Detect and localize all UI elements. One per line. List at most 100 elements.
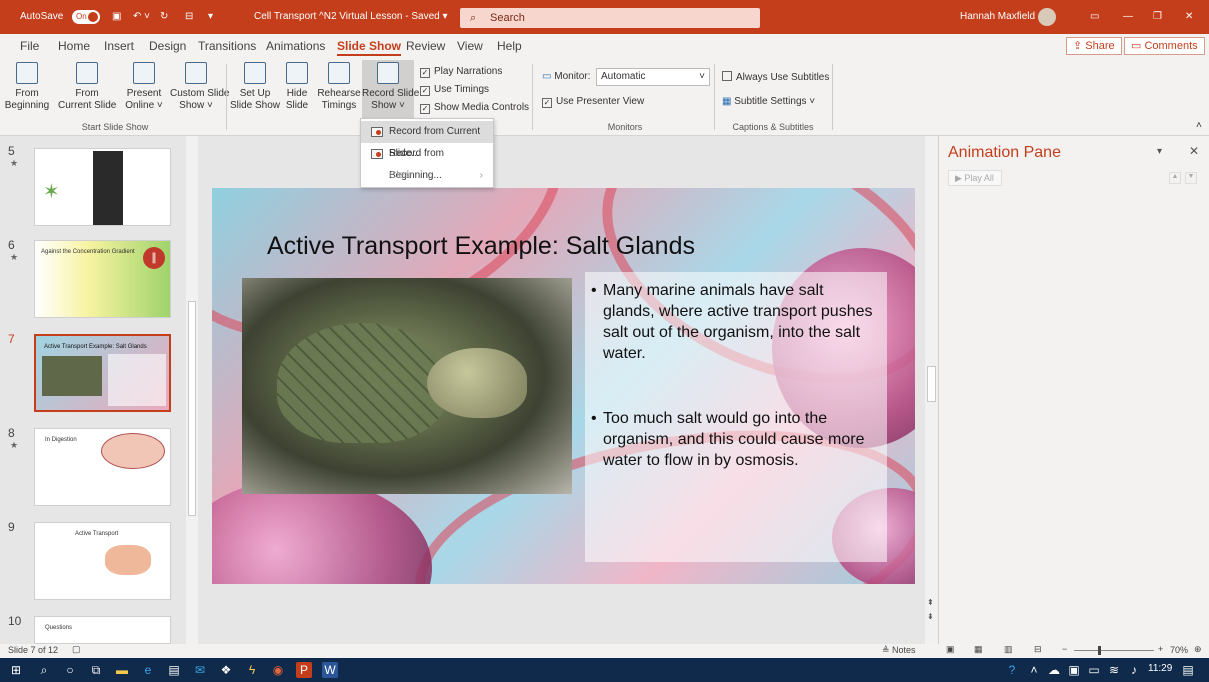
search-box[interactable]: ⌕ Search (460, 8, 760, 28)
lightning-icon[interactable]: ϟ (244, 662, 260, 678)
windows-start-icon[interactable]: ⊞ (8, 662, 24, 678)
collapse-ribbon-icon[interactable]: ˄ (1196, 120, 1202, 131)
menu-insert[interactable]: Insert (104, 39, 134, 53)
tray-chevron-icon[interactable]: ˄ (1026, 662, 1042, 678)
current-slide[interactable]: Active Transport Example: Salt Glands Ma… (212, 188, 915, 584)
use-presenter-view-checkbox[interactable]: ✓ Use Presenter View (542, 96, 644, 108)
cloud-icon[interactable]: ☁ (1046, 662, 1062, 678)
slide-thumbnail-5[interactable]: ✶ (34, 148, 171, 226)
menu-review[interactable]: Review (406, 39, 445, 53)
pane-options-icon[interactable]: ▾ (1157, 146, 1162, 157)
present-online-button[interactable]: Present Online ˅ (120, 62, 168, 112)
from-current-slide-button[interactable]: From Current Slide (58, 62, 116, 112)
autosave-toggle[interactable]: On (72, 10, 100, 24)
undo-icon[interactable]: ↶ ˅ (133, 11, 150, 22)
notifications-icon[interactable]: ▤ (1180, 662, 1196, 678)
clock[interactable]: 11:29 (1148, 663, 1172, 674)
powerpoint-icon[interactable]: P (296, 662, 312, 678)
zoom-in-icon[interactable]: + (1158, 644, 1163, 654)
slide-title[interactable]: Active Transport Example: Salt Glands (267, 232, 695, 261)
menu-design[interactable]: Design (149, 39, 186, 53)
mail-icon[interactable]: ✉ (192, 662, 208, 678)
clear-item[interactable]: Clear › (361, 165, 493, 187)
record-slide-show-button[interactable]: Record Slide Show ˅ (362, 60, 419, 118)
zoom-slider-thumb[interactable] (1098, 646, 1101, 655)
avatar[interactable] (1038, 8, 1056, 26)
menu-animations[interactable]: Animations (266, 39, 325, 53)
scrollbar-thumb[interactable] (927, 366, 936, 402)
monitor-select[interactable]: Automatic ˅ (596, 68, 710, 86)
hide-slide-button[interactable]: Hide Slide (282, 62, 312, 112)
zoom-slider[interactable] (1074, 646, 1154, 655)
close-icon[interactable]: ✕ (1189, 144, 1199, 158)
slide-thumbnail-8[interactable]: In Digestion (34, 428, 171, 506)
rehearse-timings-button[interactable]: Rehearse Timings (316, 62, 362, 112)
comments-button[interactable]: ▭ Comments (1124, 37, 1205, 55)
from-beginning-button[interactable]: From Beginning (2, 62, 52, 112)
restore-icon[interactable]: ❐ (1153, 11, 1162, 22)
cortana-icon[interactable]: ○ (62, 662, 78, 678)
word-icon[interactable]: W (322, 662, 338, 678)
reading-view-icon[interactable]: ▥ (1004, 644, 1013, 655)
slide-thumbnail-9[interactable]: Active Transport (34, 522, 171, 600)
zoom-out-icon[interactable]: − (1062, 644, 1067, 654)
play-all-button[interactable]: ▶ Play All (948, 170, 1002, 186)
dropbox-icon[interactable]: ❖ (218, 662, 234, 678)
slide-scrollbar[interactable]: ⇞ ⇟ (925, 136, 938, 644)
turtle-photo[interactable] (242, 278, 572, 494)
play-narrations-checkbox[interactable]: ✓ Play Narrations (420, 66, 502, 78)
user-name[interactable]: Hannah Maxfield (960, 11, 1035, 22)
slide-thumbnail-7[interactable]: Active Transport Example: Salt Glands (34, 334, 171, 412)
menu-help[interactable]: Help (497, 39, 522, 53)
store-icon[interactable]: ▤ (166, 662, 182, 678)
use-timings-checkbox[interactable]: ✓ Use Timings (420, 84, 489, 96)
custom-slide-show-button[interactable]: Custom Slide Show ˅ (170, 62, 229, 112)
ribbon-display-icon[interactable]: ▭ (1090, 11, 1099, 22)
volume-icon[interactable]: ♪ (1126, 662, 1142, 678)
minimize-icon[interactable]: — (1123, 11, 1133, 22)
document-title[interactable]: Cell Transport ^N2 Virtual Lesson - Save… (254, 11, 448, 22)
customize-qat-icon[interactable]: ▾ (208, 11, 213, 22)
next-slide-icon[interactable]: ⇟ (927, 612, 934, 621)
task-view-icon[interactable]: ⧉ (88, 662, 104, 678)
fit-to-window-icon[interactable]: ⊕ (1194, 644, 1202, 655)
share-button[interactable]: ⇪ Share (1066, 37, 1122, 55)
set-up-slide-show-button[interactable]: Set Up Slide Show (230, 62, 280, 112)
normal-view-icon[interactable]: ▣ (946, 644, 955, 655)
slide-thumbnail-6[interactable]: Against the Concentration Gradient ∥ (34, 240, 171, 318)
slide-thumbnail-10[interactable]: Questions (34, 616, 171, 644)
scrollbar-thumb[interactable] (188, 301, 196, 516)
file-explorer-icon[interactable]: ▬ (114, 662, 130, 678)
slide-body-textbox[interactable]: Many marine animals have salt glands, wh… (585, 272, 887, 562)
redo-icon[interactable]: ↻ (160, 11, 168, 22)
notes-button[interactable]: ≜ Notes (882, 645, 916, 656)
move-up-icon[interactable]: ▲ (1169, 172, 1181, 184)
meet-now-icon[interactable]: ▣ (1066, 662, 1082, 678)
help-icon[interactable]: ? (1004, 662, 1020, 678)
menu-slide-show[interactable]: Slide Show (337, 39, 402, 56)
menu-transitions[interactable]: Transitions (198, 39, 256, 53)
record-from-beginning-item[interactable]: Record from Beginning... (361, 143, 493, 181)
slide-sorter-icon[interactable]: ▦ (974, 644, 983, 655)
thumbnail-scrollbar[interactable] (186, 136, 198, 644)
slideshow-view-icon[interactable]: ⊟ (1034, 644, 1042, 655)
zoom-level[interactable]: 70% (1170, 645, 1188, 655)
menu-file[interactable]: File (20, 39, 39, 53)
save-icon[interactable]: ▣ (112, 11, 121, 22)
accessibility-icon[interactable]: ▢ (72, 644, 81, 655)
subtitle-settings-button[interactable]: ▦ Subtitle Settings ˅ (722, 96, 815, 107)
search-icon[interactable]: ⌕ (36, 662, 52, 678)
menu-view[interactable]: View (457, 39, 483, 53)
previous-slide-icon[interactable]: ⇞ (927, 598, 934, 607)
edge-icon[interactable]: e (140, 662, 156, 678)
always-use-subtitles-checkbox[interactable]: Always Use Subtitles (722, 71, 829, 83)
chrome-icon[interactable]: ◉ (270, 662, 286, 678)
wifi-icon[interactable]: ≋ (1106, 662, 1122, 678)
battery-icon[interactable]: ▭ (1086, 662, 1102, 678)
close-icon[interactable]: ✕ (1185, 11, 1193, 22)
present-icon[interactable]: ⊟ (185, 11, 193, 22)
menu-home[interactable]: Home (58, 39, 90, 53)
show-media-controls-checkbox[interactable]: ✓ Show Media Controls (420, 102, 529, 114)
move-down-icon[interactable]: ▼ (1185, 172, 1197, 184)
record-from-current-slide-item[interactable]: Record from Current Slide... (361, 121, 493, 159)
